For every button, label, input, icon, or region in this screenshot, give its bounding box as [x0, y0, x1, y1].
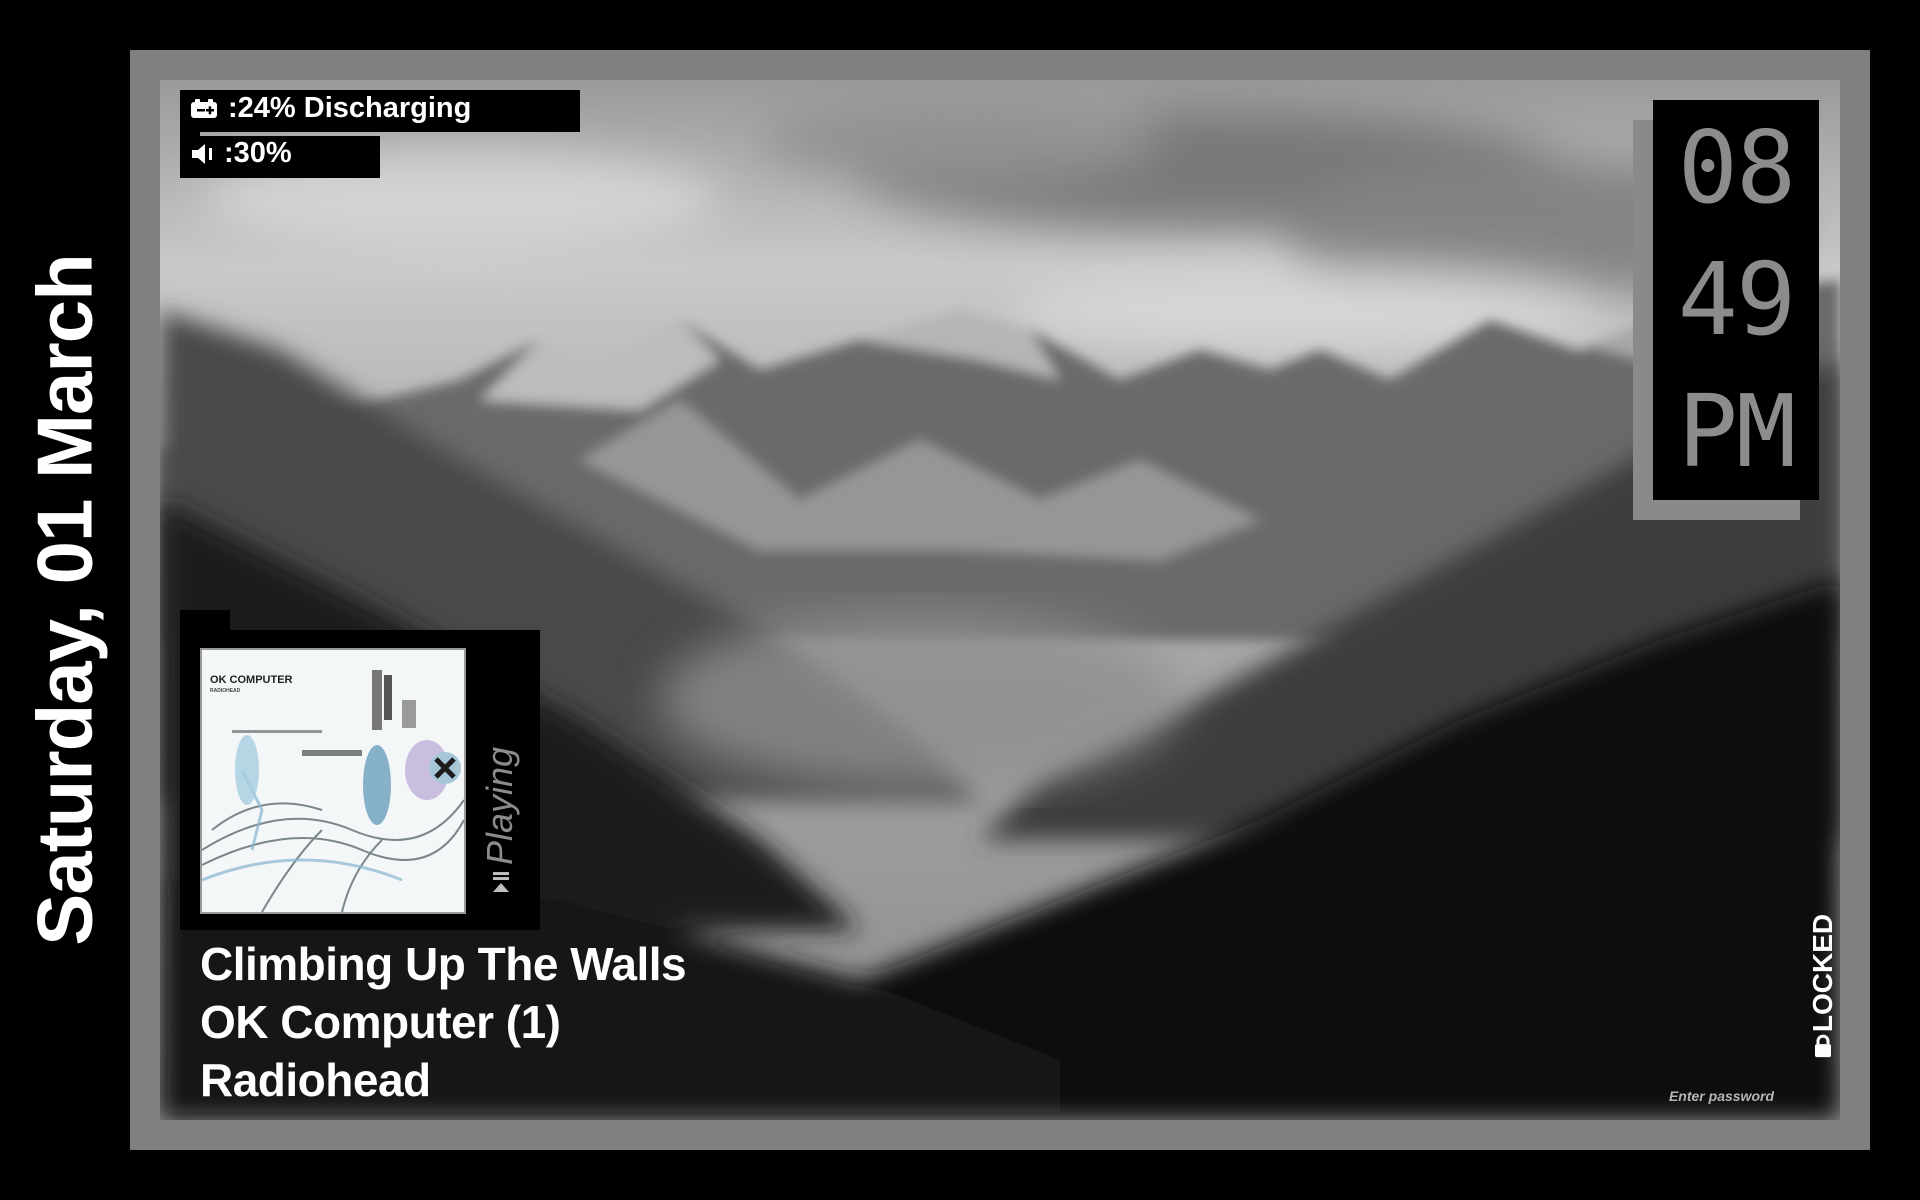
clock-hour: 08: [1677, 109, 1796, 226]
play-pause-icon: [479, 871, 521, 893]
lock-icon: [1811, 1034, 1835, 1058]
track-info: Climbing Up The Walls OK Computer (1) Ra…: [200, 935, 687, 1109]
album-art-image: [202, 650, 464, 912]
volume-text: :30%: [224, 137, 292, 169]
playback-status: Playing: [479, 747, 521, 893]
lock-status: LOCKED: [1807, 913, 1839, 1058]
battery-icon: [190, 98, 220, 120]
lock-indicator: LOCKED: [1800, 905, 1846, 1065]
album-cover-artist: RADIOHEAD: [210, 688, 241, 694]
clock-minute: 49: [1677, 241, 1796, 358]
lock-label: LOCKED: [1807, 913, 1838, 1033]
volume-icon: [190, 142, 216, 166]
album-art[interactable]: OK COMPUTER RADIOHEAD: [200, 648, 466, 914]
track-title: Climbing Up The Walls: [200, 938, 687, 990]
album-cover-title: OK COMPUTER: [210, 674, 293, 686]
clock: 08 49 PM: [1653, 100, 1819, 500]
date-panel: Saturday, 01 March: [0, 0, 130, 1200]
playback-label: Playing: [479, 746, 520, 866]
battery-text: :24% Discharging: [228, 92, 472, 124]
playback-toggle[interactable]: Playing: [478, 735, 522, 905]
date-label: Saturday, 01 March: [20, 254, 109, 946]
password-input[interactable]: [1580, 1076, 1830, 1116]
volume-status: :30%: [190, 137, 292, 170]
battery-status: :24% Discharging: [190, 92, 471, 125]
lock-screen: Saturday, 01 March:24% Discharging:30%…: [0, 0, 1920, 1200]
artist-name: Radiohead: [200, 1054, 431, 1106]
album-name: OK Computer (1): [200, 996, 561, 1048]
clock-period: PM: [1677, 373, 1796, 490]
